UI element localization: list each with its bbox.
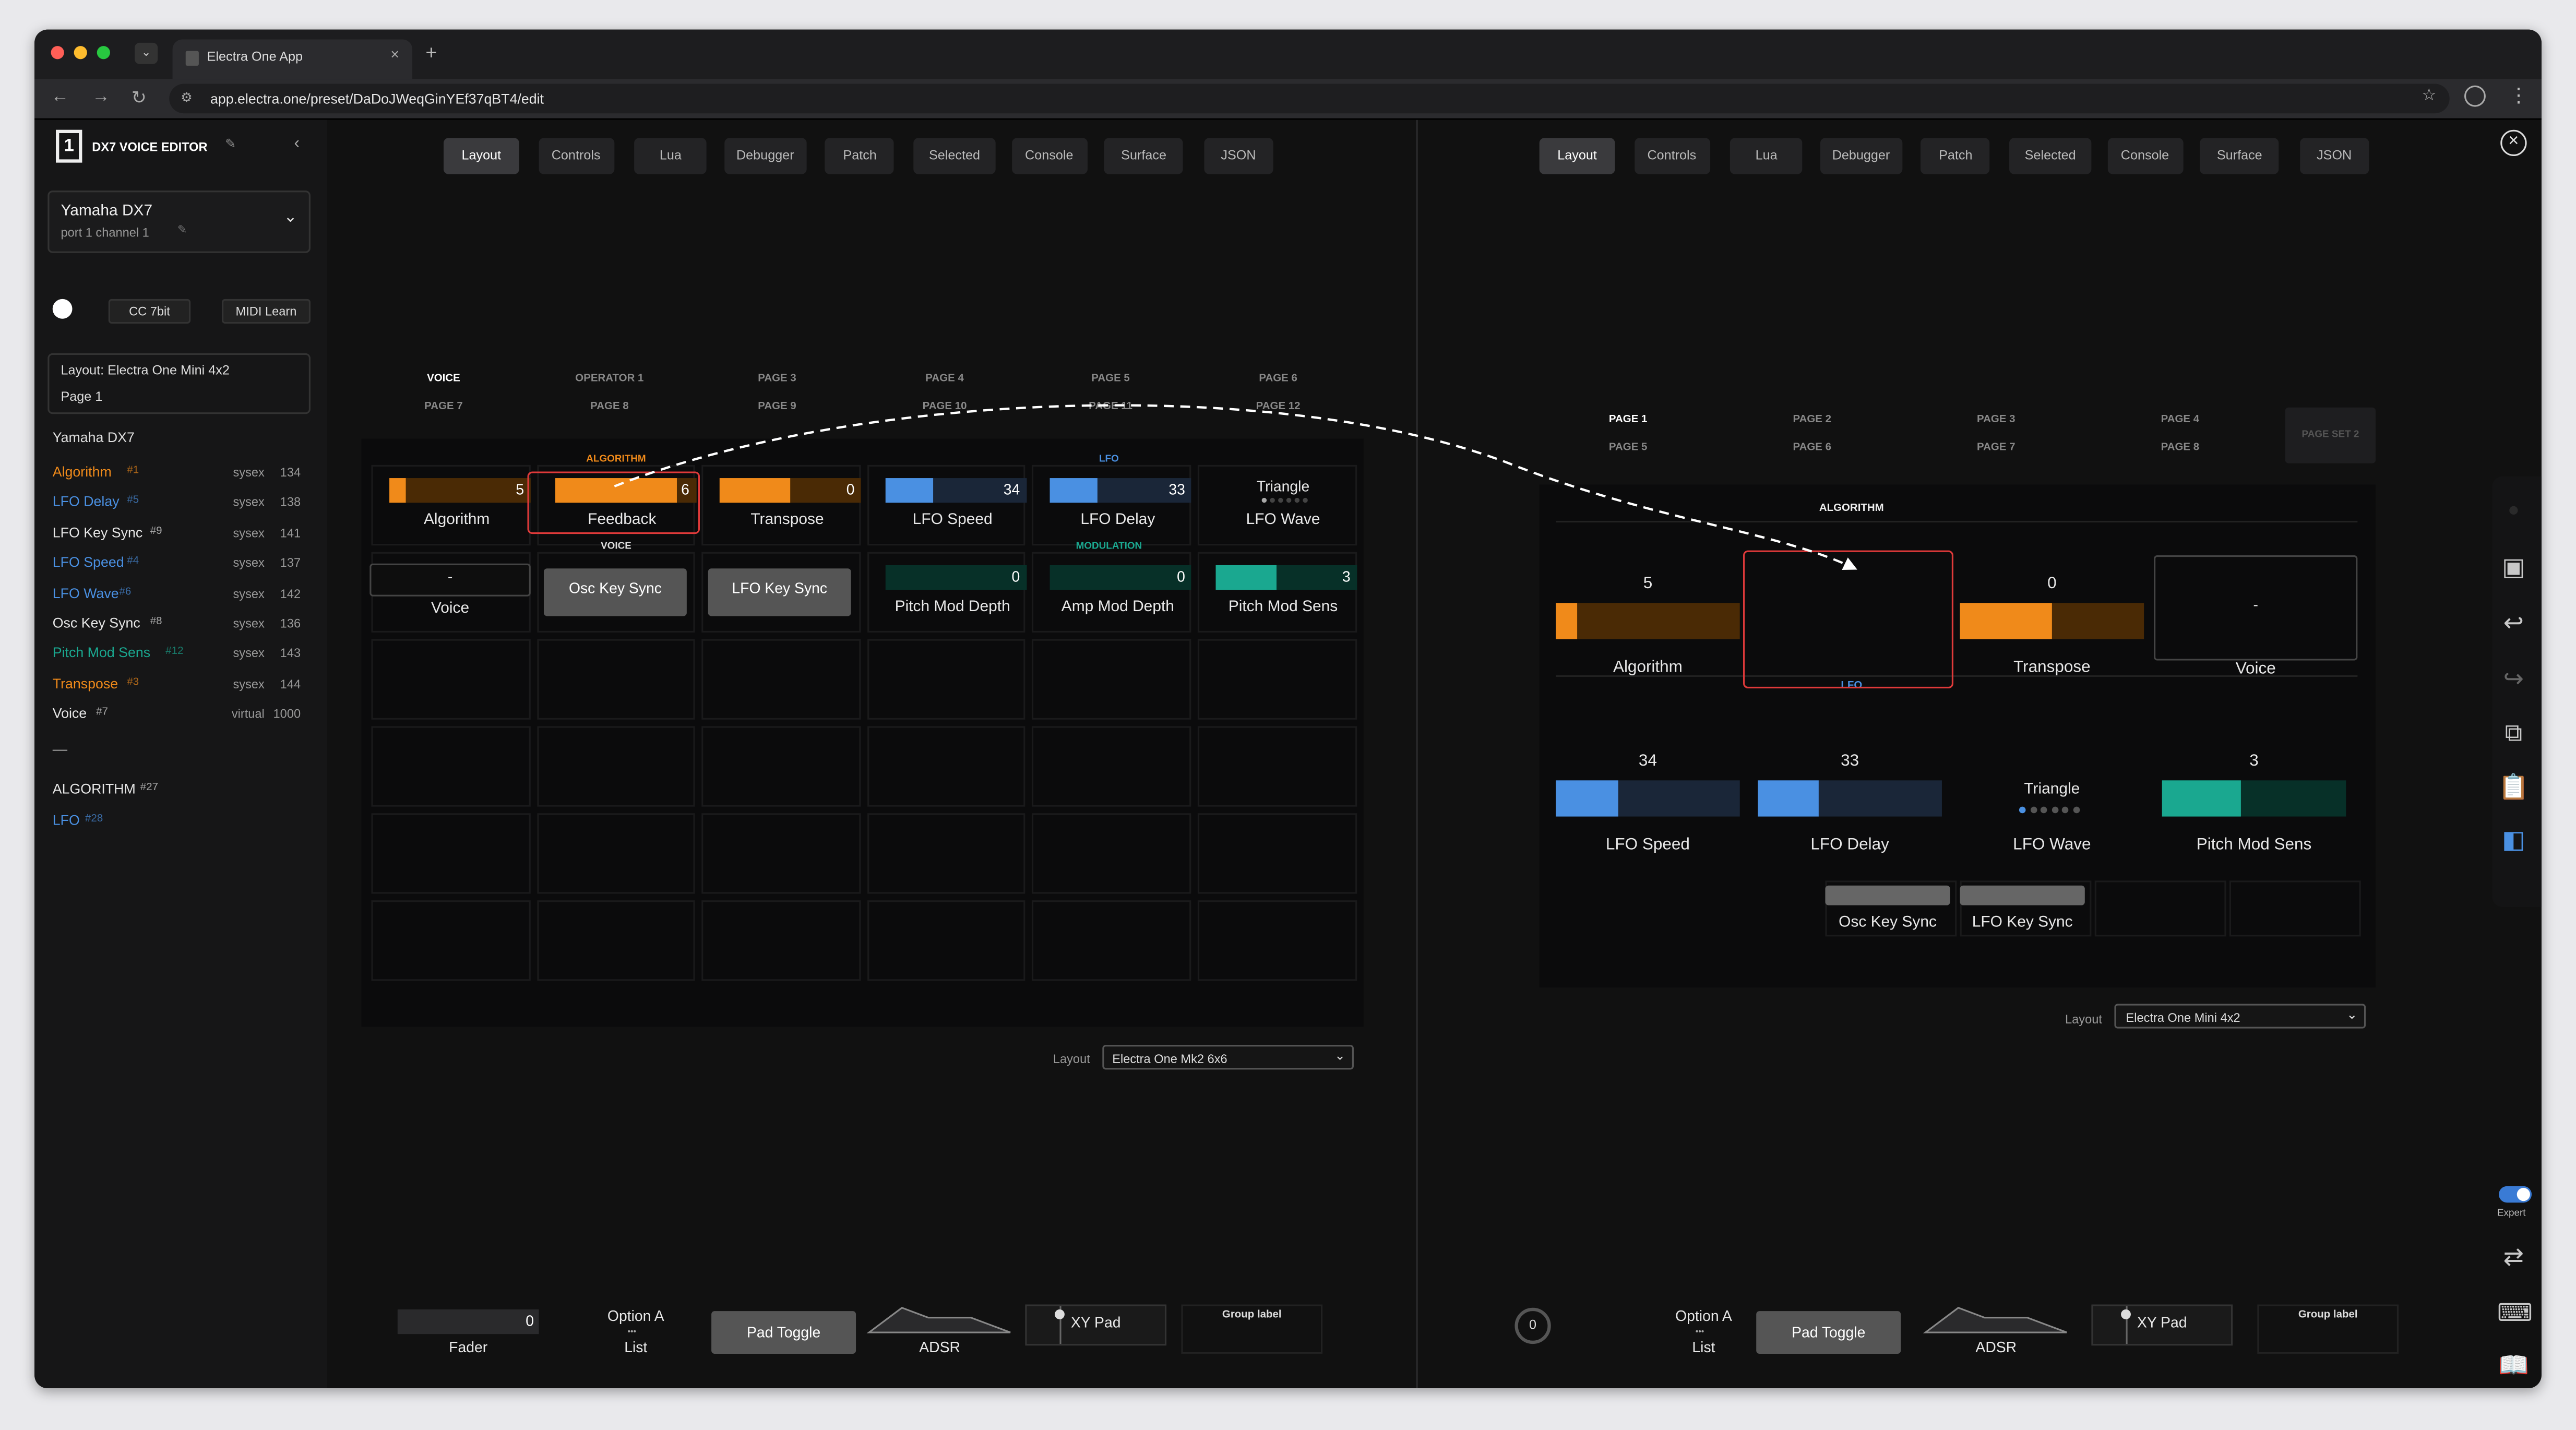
- app-window: ⌄ Electra One App × + ← → ↻ ⚙ app.electr…: [34, 29, 2542, 1389]
- drag-path-overlay: [614, 404, 1857, 570]
- drag-path-arrow: [614, 404, 1857, 570]
